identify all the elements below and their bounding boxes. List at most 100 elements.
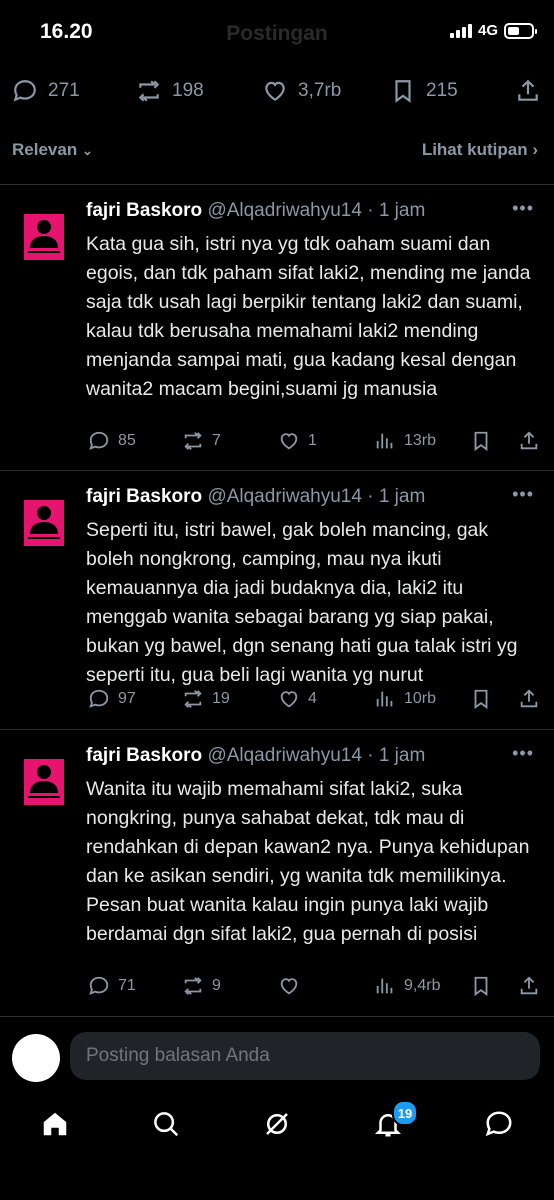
views-button[interactable]: 9,4rb — [374, 975, 440, 997]
reply-button[interactable]: 71 — [88, 975, 136, 997]
nav-home[interactable] — [33, 1102, 77, 1146]
reply-tweet[interactable]: fajri Baskoro @Alqadriwahyu14 · 1 jam ••… — [0, 743, 554, 1015]
bookmark-icon — [474, 976, 488, 997]
repost-button[interactable]: 9 — [182, 975, 221, 997]
heart-icon — [280, 978, 298, 995]
reply-button[interactable]: 97 — [88, 688, 136, 710]
heart-icon — [280, 691, 298, 708]
profile-silhouette-icon — [28, 765, 60, 798]
heart-icon — [265, 81, 285, 101]
share-button[interactable] — [518, 430, 540, 452]
stat-bookmarks-count: 215 — [426, 80, 458, 101]
tweet-header: fajri Baskoro @Alqadriwahyu14 · 1 jam ••… — [86, 484, 534, 512]
search-icon — [154, 1112, 179, 1137]
profile-silhouette-icon — [28, 220, 60, 253]
tweet-header: fajri Baskoro @Alqadriwahyu14 · 1 jam ••… — [86, 743, 534, 771]
reply-composer — [0, 1026, 554, 1086]
tweet-actions: 85 7 1 13rb — [0, 430, 554, 456]
avatar[interactable] — [24, 214, 64, 260]
status-indicators: 4G — [449, 22, 537, 39]
tweet-header: fajri Baskoro @Alqadriwahyu14 · 1 jam ••… — [86, 198, 534, 226]
reply-tweet[interactable]: fajri Baskoro @Alqadriwahyu14 · 1 jam ••… — [0, 484, 554, 728]
nav-search[interactable] — [144, 1102, 188, 1146]
network-type: 4G — [477, 22, 498, 39]
bookmark-icon — [395, 80, 411, 103]
stat-reposts[interactable]: 198 — [136, 78, 204, 104]
bookmark-button[interactable] — [470, 688, 492, 710]
bookmark-button[interactable] — [470, 430, 492, 452]
repost-button[interactable]: 7 — [182, 430, 221, 452]
reply-count: 97 — [118, 690, 136, 707]
more-icon[interactable]: ••• — [512, 484, 534, 505]
author-name[interactable]: fajri Baskoro — [86, 200, 202, 221]
sort-row: Relevan ⌄ Lihat kutipan › — [12, 140, 538, 168]
reply-icon — [89, 976, 109, 995]
nav-messages[interactable] — [477, 1102, 521, 1146]
reply-tweet[interactable]: fajri Baskoro @Alqadriwahyu14 · 1 jam ••… — [0, 198, 554, 470]
notification-badge: 19 — [392, 1100, 418, 1126]
reply-icon — [13, 80, 36, 102]
tweet-time: · 1 jam — [367, 200, 426, 221]
stat-likes-count: 3,7rb — [298, 80, 342, 101]
sort-label: Relevan — [12, 140, 78, 159]
bookmark-icon — [474, 431, 488, 452]
nav-grok[interactable] — [255, 1102, 299, 1146]
share-icon — [520, 976, 538, 995]
share-button[interactable] — [518, 688, 540, 710]
stat-reposts-count: 198 — [172, 80, 204, 101]
share-icon — [520, 689, 538, 708]
stat-replies[interactable]: 271 — [12, 78, 80, 104]
views-count: 9,4rb — [404, 977, 441, 994]
divider — [0, 184, 554, 185]
more-icon[interactable]: ••• — [512, 198, 534, 219]
like-button[interactable]: 4 — [278, 688, 317, 710]
reply-count: 85 — [118, 432, 136, 449]
view-quotes-label: Lihat kutipan — [421, 140, 528, 159]
more-icon[interactable]: ••• — [512, 743, 534, 764]
view-quotes-link[interactable]: Lihat kutipan › — [422, 140, 538, 160]
sort-dropdown[interactable]: Relevan ⌄ — [12, 140, 93, 160]
reply-input[interactable] — [70, 1032, 540, 1080]
bookmark-button[interactable] — [470, 975, 492, 997]
share-button[interactable] — [518, 975, 540, 997]
stat-likes[interactable]: 3,7rb — [262, 78, 341, 104]
share-icon — [518, 79, 538, 101]
repost-icon — [184, 977, 202, 995]
status-bar: 16.20 Postingan 4G — [0, 0, 554, 66]
divider — [0, 729, 554, 730]
views-button[interactable]: 13rb — [374, 430, 436, 452]
avatar[interactable] — [24, 759, 64, 805]
author-name[interactable]: fajri Baskoro — [86, 486, 202, 507]
repost-icon — [184, 690, 202, 708]
battery-icon — [504, 22, 537, 39]
author-handle[interactable]: @Alqadriwahyu14 — [207, 200, 362, 221]
post-stats: 271 198 3,7rb 215 — [0, 78, 554, 114]
reply-icon — [89, 689, 109, 708]
reply-icon — [89, 431, 109, 450]
like-button[interactable]: 1 — [278, 430, 317, 452]
author-handle[interactable]: @Alqadriwahyu14 — [207, 486, 362, 507]
tweet-text: Seperti itu, istri bawel, gak boleh manc… — [86, 519, 518, 686]
reply-count: 71 — [118, 977, 136, 994]
author-name[interactable]: fajri Baskoro — [86, 745, 202, 766]
user-avatar[interactable] — [12, 1034, 60, 1082]
repost-count: 7 — [212, 432, 221, 449]
battery-fill — [508, 26, 519, 35]
repost-count: 9 — [212, 977, 221, 994]
reply-button[interactable]: 85 — [88, 430, 136, 452]
avatar[interactable] — [24, 500, 64, 546]
share-icon — [520, 431, 538, 450]
repost-icon — [184, 432, 202, 450]
like-button[interactable] — [278, 975, 308, 997]
bookmark-icon — [474, 689, 488, 710]
bottom-nav: 19 — [0, 1094, 554, 1154]
stat-bookmarks[interactable]: 215 — [390, 78, 458, 104]
tweet-actions: 97 19 4 10rb — [0, 688, 554, 714]
views-button[interactable]: 10rb — [374, 688, 436, 710]
tweet-time: · 1 jam — [367, 486, 426, 507]
author-handle[interactable]: @Alqadriwahyu14 — [207, 745, 362, 766]
share-button[interactable] — [515, 78, 541, 104]
repost-button[interactable]: 19 — [182, 688, 230, 710]
heart-icon — [280, 433, 298, 450]
nav-notifications[interactable]: 19 — [366, 1100, 418, 1146]
